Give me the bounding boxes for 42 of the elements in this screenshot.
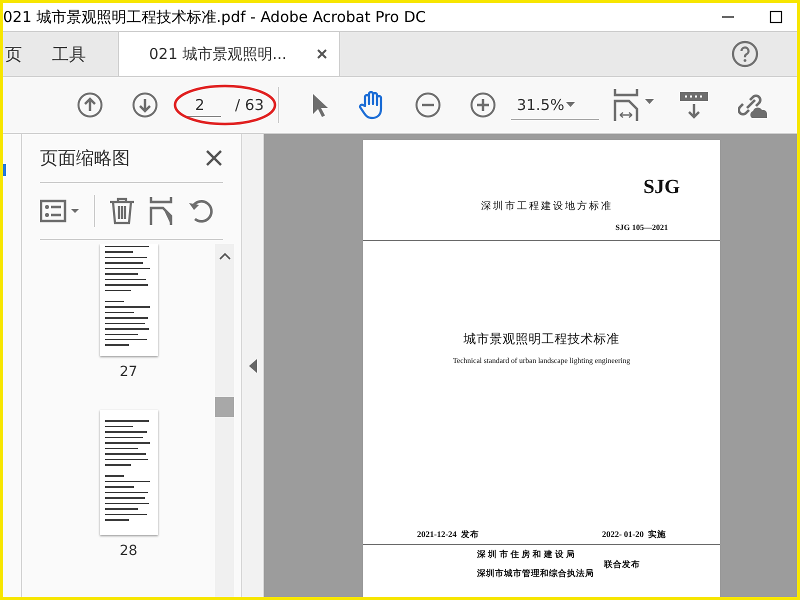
panel-indicator <box>3 164 6 176</box>
thumbnail-options-icon[interactable] <box>40 199 80 223</box>
window-title: 021 城市景观照明工程技术标准.pdf - Adobe Acrobat Pro DC <box>3 8 427 26</box>
effective-date: 2022- 01-20 实施 <box>602 529 666 541</box>
rotate-icon[interactable] <box>187 197 215 225</box>
keyboard-down-icon[interactable] <box>679 91 709 119</box>
collapse-panel-icon[interactable] <box>248 358 256 372</box>
tab[interactable]: 021 城市景观照明... <box>118 32 340 76</box>
page-thumbnail[interactable] <box>100 410 158 535</box>
maximize-button[interactable] <box>769 10 783 24</box>
issuer-name: 深圳市城市管理和综合执法局 <box>477 568 594 580</box>
extract-page-icon[interactable] <box>149 197 173 225</box>
help-icon[interactable] <box>731 40 759 68</box>
tab[interactable]: 工具 <box>36 32 100 76</box>
page-thumbnail[interactable] <box>100 244 158 356</box>
standard-number: SJG 105—2021 <box>615 223 668 232</box>
zoom-dropdown[interactable]: 31.5% <box>510 90 599 120</box>
zoom-out-icon[interactable] <box>414 92 441 118</box>
zoom-in-icon[interactable] <box>470 92 496 118</box>
issuer-name: 深 圳 市 住 房 和 建 设 局 <box>477 549 576 561</box>
page-label: 27 <box>120 364 138 380</box>
close-icon[interactable] <box>205 149 223 167</box>
caret-icon <box>566 102 575 107</box>
page-count: / 63 <box>235 96 264 114</box>
close-icon[interactable] <box>317 49 327 59</box>
document-title: 城市景观照明工程技术标准 <box>464 331 620 348</box>
maximize-icon <box>769 10 783 24</box>
scrollbar[interactable] <box>215 244 234 597</box>
fit-page-icon[interactable] <box>613 89 657 121</box>
scroll-up-icon[interactable] <box>218 252 230 260</box>
joint-issue-text: 联合发布 <box>604 558 640 570</box>
panel-title: 页面缩略图 <box>40 147 130 170</box>
issue-date: 2021-12-24 发布 <box>417 529 479 541</box>
next-page-icon[interactable] <box>132 92 158 118</box>
standard-category: 深圳市工程建设地方标准 <box>481 200 614 213</box>
scroll-thumb[interactable] <box>215 397 234 417</box>
standard-code-mark: SJG <box>643 176 680 199</box>
page-number-field[interactable]: 2 <box>185 94 221 116</box>
tab[interactable]: 页 <box>3 32 36 76</box>
page-label: 28 <box>120 543 138 559</box>
trash-icon[interactable] <box>109 197 135 225</box>
previous-page-icon[interactable] <box>77 92 103 118</box>
